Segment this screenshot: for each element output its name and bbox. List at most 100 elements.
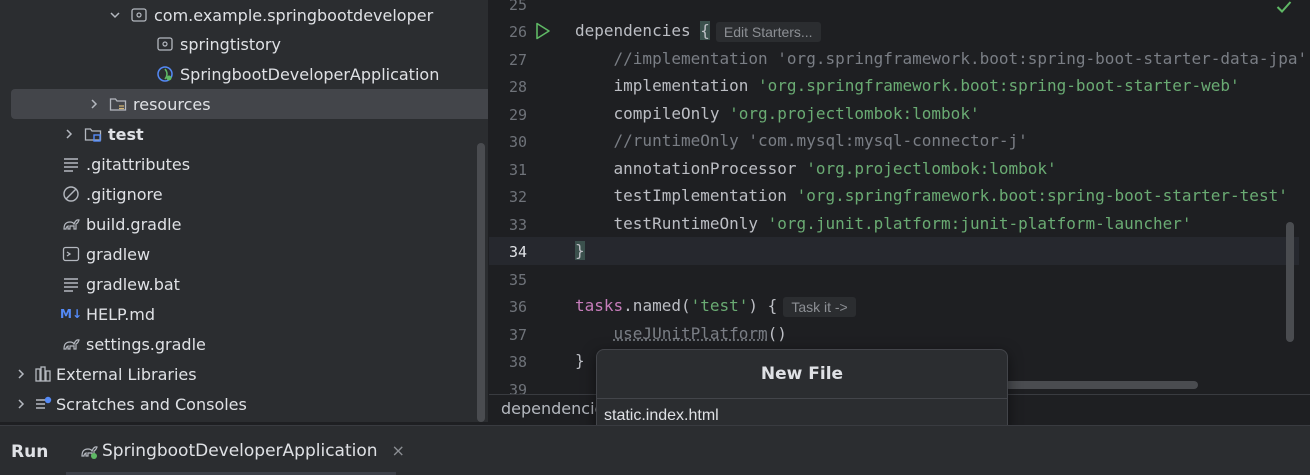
chevron-right-icon[interactable] bbox=[62, 128, 76, 140]
tree-item-label: springtistory bbox=[180, 35, 281, 54]
code-token: .named( bbox=[623, 296, 690, 315]
line-number: 33 bbox=[489, 216, 527, 234]
tree-item-label: External Libraries bbox=[56, 365, 197, 384]
line-number: 30 bbox=[489, 133, 527, 151]
line-number: 28 bbox=[489, 78, 527, 96]
run-tab-label: SpringbootDeveloperApplication bbox=[102, 441, 378, 461]
code-line-36[interactable]: tasks.named('test') {Task it -> bbox=[575, 296, 856, 317]
code-token: } bbox=[575, 241, 585, 260]
tree-item-settings-gradle[interactable]: settings.gradle bbox=[0, 329, 488, 359]
code-token: annotationProcessor bbox=[575, 159, 806, 178]
line-number: 26 bbox=[489, 23, 527, 41]
tree-item-springtistory[interactable]: springtistory bbox=[0, 29, 488, 59]
line-number-current: 34 bbox=[489, 243, 527, 261]
tree-item-label: resources bbox=[133, 95, 211, 114]
tree-item-gitattributes[interactable]: .gitattributes bbox=[0, 149, 488, 179]
code-token: useJUnitPlatform bbox=[614, 324, 768, 343]
new-file-dialog: New File bbox=[596, 349, 1008, 433]
tree-item-label: Scratches and Consoles bbox=[56, 395, 247, 414]
code-line-33[interactable]: testRuntimeOnly 'org.junit.platform:juni… bbox=[575, 214, 1192, 233]
code-line-32[interactable]: testImplementation 'org.springframework.… bbox=[575, 186, 1288, 205]
tree-item-gradlew[interactable]: gradlew bbox=[0, 239, 488, 269]
line-number: 29 bbox=[489, 106, 527, 124]
code-string: 'test' bbox=[691, 296, 749, 315]
chevron-right-icon[interactable] bbox=[14, 398, 28, 410]
run-config-tab[interactable]: SpringbootDeveloperApplication × bbox=[66, 426, 396, 475]
tree-item-springbootdeveloper-package[interactable]: com.example.springbootdeveloper bbox=[0, 0, 488, 30]
edit-starters-hint[interactable]: Edit Starters... bbox=[716, 22, 821, 42]
code-line-26[interactable]: dependencies { Edit Starters... bbox=[575, 21, 821, 42]
tree-item-gradlew-bat[interactable]: gradlew.bat bbox=[0, 269, 488, 299]
tree-item-label: .gitignore bbox=[86, 185, 163, 204]
close-icon[interactable]: × bbox=[392, 441, 405, 460]
current-line-highlight bbox=[489, 237, 1299, 265]
tree-item-application-class[interactable]: SpringbootDeveloperApplication bbox=[0, 59, 488, 89]
test-folder-icon bbox=[84, 125, 102, 143]
tree-scrollbar[interactable] bbox=[477, 143, 485, 422]
tree-item-scratches[interactable]: Scratches and Consoles bbox=[0, 389, 486, 419]
line-number: 32 bbox=[489, 188, 527, 206]
code-line-34[interactable]: } bbox=[575, 241, 585, 260]
spring-class-icon bbox=[156, 65, 174, 83]
code-token bbox=[575, 324, 614, 343]
code-string: 'org.junit.platform:junit-platform-launc… bbox=[768, 214, 1192, 233]
code-string: 'org.projectlombok:lombok' bbox=[806, 159, 1056, 178]
editor-vertical-scrollbar[interactable] bbox=[1286, 222, 1294, 342]
gradle-icon bbox=[62, 215, 80, 233]
code-token: testImplementation bbox=[575, 186, 797, 205]
tree-item-external-libraries[interactable]: External Libraries bbox=[0, 359, 486, 389]
tree-item-label: gradlew.bat bbox=[86, 275, 180, 294]
line-number: 38 bbox=[489, 353, 527, 371]
code-token: { bbox=[700, 21, 710, 40]
code-token: () bbox=[768, 324, 787, 343]
resources-folder-icon bbox=[109, 95, 127, 113]
chevron-down-icon[interactable] bbox=[108, 9, 122, 21]
line-number: 36 bbox=[489, 298, 527, 316]
code-string: 'org.projectlombok:lombok' bbox=[729, 104, 979, 123]
code-line-31[interactable]: annotationProcessor 'org.projectlombok:l… bbox=[575, 159, 1057, 178]
line-number: 37 bbox=[489, 326, 527, 344]
tree-item-label: SpringbootDeveloperApplication bbox=[180, 65, 439, 84]
chevron-right-icon[interactable] bbox=[87, 98, 101, 110]
package-icon bbox=[130, 6, 148, 24]
code-line-28[interactable]: implementation 'org.springframework.boot… bbox=[575, 76, 1240, 95]
code-token: testRuntimeOnly bbox=[575, 214, 768, 233]
code-token: ) { bbox=[748, 296, 777, 315]
scratches-icon bbox=[34, 395, 52, 413]
tree-item-test[interactable]: test bbox=[0, 119, 488, 149]
text-file-icon bbox=[62, 155, 80, 173]
code-line-30[interactable]: //runtimeOnly 'com.mysql:mysql-connector… bbox=[575, 131, 1028, 150]
line-number: 35 bbox=[489, 271, 527, 289]
code-line-27[interactable]: //implementation 'org.springframework.bo… bbox=[575, 49, 1307, 68]
run-tool-title: Run bbox=[11, 442, 48, 462]
code-string: 'org.springframework.boot:spring-boot-st… bbox=[758, 76, 1240, 95]
tree-item-gitignore[interactable]: .gitignore bbox=[0, 179, 488, 209]
line-number: 25 bbox=[489, 0, 527, 14]
package-icon bbox=[156, 35, 174, 53]
line-number: 27 bbox=[489, 51, 527, 69]
code-line-37[interactable]: useJUnitPlatform() bbox=[575, 324, 787, 343]
tree-item-label: build.gradle bbox=[86, 215, 181, 234]
gradle-icon bbox=[62, 335, 80, 353]
tree-item-label: com.example.springbootdeveloper bbox=[154, 6, 433, 25]
inspection-ok-icon[interactable] bbox=[1276, 0, 1292, 14]
tree-item-build-gradle[interactable]: build.gradle bbox=[0, 209, 488, 239]
code-line-38[interactable]: } bbox=[575, 351, 585, 370]
code-string: 'org.springframework.boot:spring-boot-st… bbox=[797, 186, 1288, 205]
markdown-icon: M↓ bbox=[60, 305, 82, 323]
run-gutter-icon[interactable] bbox=[535, 22, 551, 40]
tree-item-label: settings.gradle bbox=[86, 335, 206, 354]
terminal-file-icon bbox=[62, 245, 80, 263]
tree-item-help-md[interactable]: M↓ HELP.md bbox=[0, 299, 488, 329]
library-icon bbox=[34, 365, 52, 383]
code-token: dependencies bbox=[575, 21, 700, 40]
tree-item-resources[interactable]: resources bbox=[11, 89, 488, 119]
tree-item-label: test bbox=[108, 125, 144, 144]
code-token: compileOnly bbox=[575, 104, 729, 123]
code-line-29[interactable]: compileOnly 'org.projectlombok:lombok' bbox=[575, 104, 980, 123]
chevron-right-icon[interactable] bbox=[14, 368, 28, 380]
task-it-hint[interactable]: Task it -> bbox=[783, 297, 855, 317]
line-number: 31 bbox=[489, 161, 527, 179]
tree-item-label: gradlew bbox=[86, 245, 150, 264]
editor-horizontal-scrollbar[interactable] bbox=[1005, 381, 1198, 389]
